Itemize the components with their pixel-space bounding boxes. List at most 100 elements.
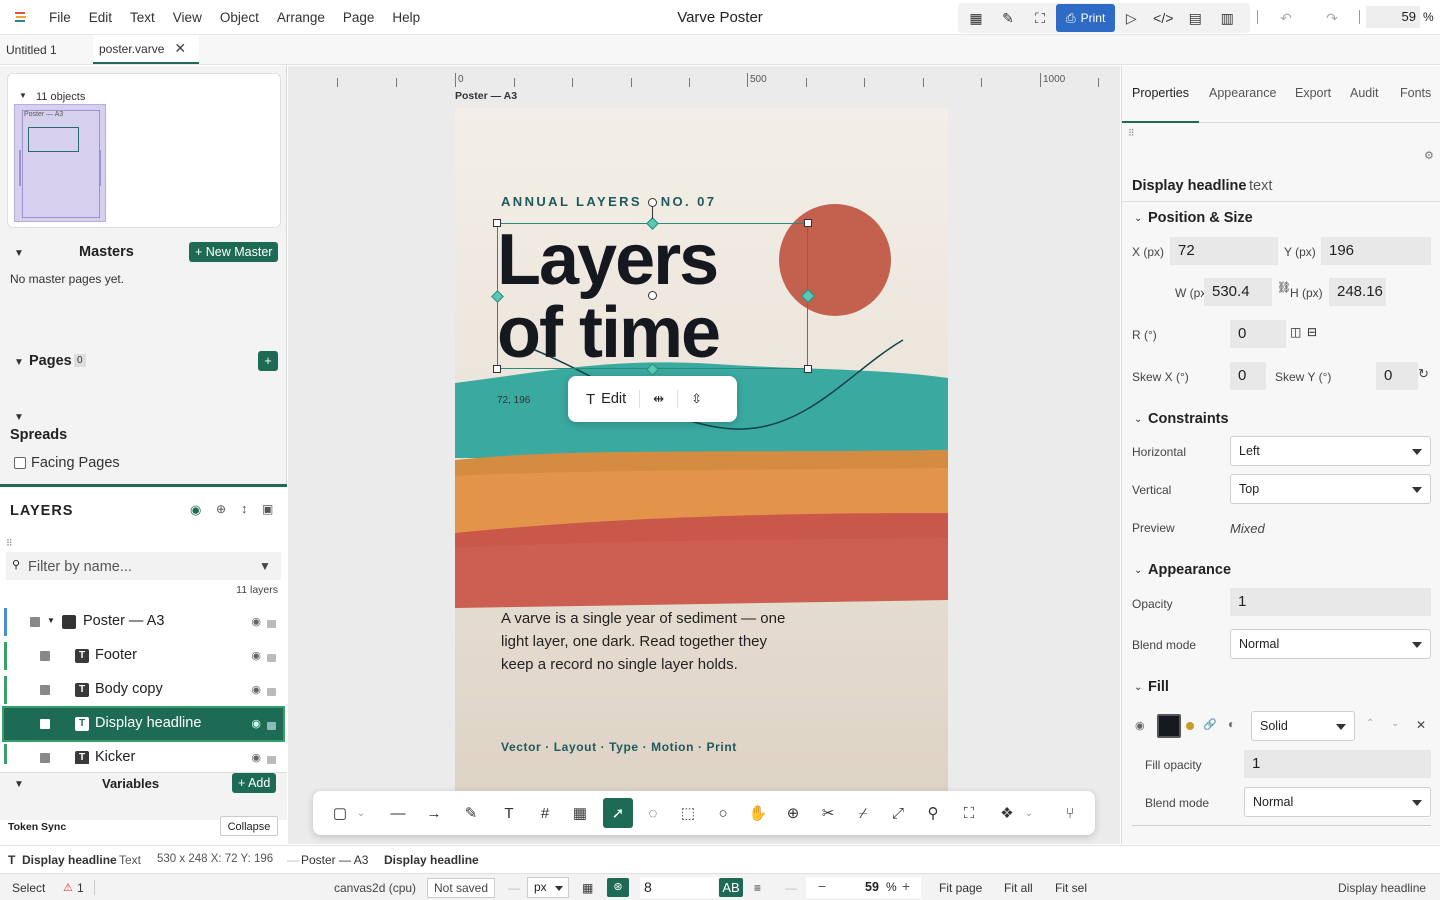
collapse-button[interactable]: Collapse <box>220 816 278 836</box>
clipboard-icon[interactable]: ▥ <box>1211 4 1243 32</box>
layer-visibility-checkbox[interactable] <box>40 753 50 763</box>
reset-icon[interactable]: ↻ <box>1418 366 1429 382</box>
warning-icon[interactable]: ⚠ <box>63 881 73 894</box>
menu-edit[interactable]: Edit <box>80 0 121 35</box>
rotate-handle[interactable] <box>648 198 657 207</box>
expand-tool-icon[interactable]: ⤢ <box>883 798 913 828</box>
drag-handle-icon[interactable]: ⠿ <box>6 538 13 549</box>
chevron-down-icon[interactable]: ▼ <box>14 357 24 368</box>
resize-handle[interactable] <box>804 219 812 227</box>
x-input[interactable]: 72 <box>1170 237 1278 265</box>
unit-select[interactable]: px <box>527 877 569 898</box>
body-copy-line-1[interactable]: A varve is a single year of sediment — o… <box>501 610 785 627</box>
close-icon[interactable]: ✕ <box>174 40 186 57</box>
warning-count[interactable]: 1 <box>77 881 84 895</box>
horizontal-select[interactable]: Left <box>1230 436 1431 466</box>
fit-page-button[interactable]: Fit page <box>939 881 982 895</box>
remove-fill-icon[interactable]: ✕ <box>1416 718 1426 732</box>
grid-view-icon[interactable]: ▦ <box>960 4 992 32</box>
facing-pages-checkbox[interactable] <box>14 457 26 469</box>
layer-row-body-copy[interactable]: T Body copy ◉ <box>4 674 283 706</box>
chevron-down-icon[interactable]: ⌄ <box>1134 565 1142 576</box>
chevron-down-icon[interactable]: ▼ <box>14 412 24 423</box>
components-tool-icon[interactable]: ❖ <box>992 798 1022 828</box>
fill-blend-select[interactable]: Normal <box>1244 787 1431 817</box>
chevron-down-icon[interactable]: ▼ <box>14 248 24 259</box>
skew-y-input[interactable]: 0 <box>1376 362 1418 390</box>
zoom-value[interactable]: 59 <box>865 880 879 894</box>
eye-icon[interactable]: ◉ <box>251 615 261 628</box>
y-input[interactable]: 196 <box>1321 237 1431 265</box>
opacity-input[interactable]: 1 <box>1230 588 1431 616</box>
grid-size-input[interactable]: 8 <box>640 877 718 898</box>
breadcrumb-object[interactable]: Display headline <box>384 853 479 867</box>
breadcrumb-page[interactable]: Poster — A3 <box>301 853 368 867</box>
tab-appearance[interactable]: Appearance <box>1209 86 1276 100</box>
chevron-down-icon[interactable]: ⌄ <box>1134 682 1142 693</box>
target-icon[interactable]: ⊕ <box>216 502 226 516</box>
flip-horizontal-icon[interactable]: ⇹ <box>653 391 664 407</box>
screenshot-icon[interactable]: ⛶ <box>1024 4 1056 32</box>
flip-icon[interactable]: ◫ <box>1290 325 1301 339</box>
fit-all-button[interactable]: Fit all <box>1004 881 1033 895</box>
layer-row-poster[interactable]: ▼ Poster — A3 ◉ <box>4 606 283 638</box>
body-copy-line-2[interactable]: light layer, one dark. Read together the… <box>501 633 767 650</box>
table-tool-icon[interactable]: ▦ <box>565 798 595 828</box>
eye-icon[interactable]: ◉ <box>190 502 201 518</box>
scissors-tool-icon[interactable]: ✂ <box>813 798 843 828</box>
chevron-down-icon[interactable]: ⌄ <box>353 798 369 828</box>
eye-icon[interactable]: ◉ <box>251 649 261 662</box>
zoom-tool-icon[interactable]: ⊕ <box>778 798 808 828</box>
menu-text[interactable]: Text <box>121 0 164 35</box>
filter-icon[interactable]: ▼ <box>259 559 271 573</box>
poster-page[interactable]: ANNUAL LAYERS · NO. 07 Layers of time 72… <box>455 108 948 808</box>
tab-untitled-1[interactable]: Untitled 1 <box>0 35 91 64</box>
fill-type-select[interactable]: Solid <box>1251 711 1355 741</box>
layer-visibility-checkbox[interactable] <box>30 617 40 627</box>
tab-export[interactable]: Export <box>1295 86 1331 100</box>
add-variable-button[interactable]: + Add <box>232 773 277 793</box>
frame-tool-icon[interactable]: # <box>530 798 560 828</box>
marquee-tool-icon[interactable]: ⬚ <box>673 798 703 828</box>
tab-properties[interactable]: Properties <box>1132 86 1189 100</box>
chevron-down-icon[interactable]: ⌄ <box>1134 414 1142 425</box>
palette-icon[interactable]: ◐ <box>1228 717 1235 731</box>
add-page-button[interactable]: + <box>258 351 278 371</box>
blend-mode-select[interactable]: Normal <box>1230 629 1431 659</box>
document-icon[interactable]: ▤ <box>1179 4 1211 32</box>
lock-icon[interactable] <box>267 620 276 628</box>
grid-icon[interactable]: ▦ <box>582 881 593 895</box>
redo-icon[interactable]: ↷ <box>1316 4 1348 32</box>
h-input[interactable]: 248.16 <box>1329 278 1386 306</box>
w-input[interactable]: 530.4 <box>1204 278 1272 306</box>
line-tool-icon[interactable]: — <box>383 798 413 828</box>
menu-file[interactable]: File <box>40 0 80 35</box>
zoom-in-button[interactable]: + <box>902 878 910 894</box>
tab-poster[interactable]: poster.varve ✕ <box>93 35 199 64</box>
eyedropper-tool-icon[interactable]: ⌿ <box>848 798 878 828</box>
chevron-down-icon[interactable]: ▼ <box>14 779 24 790</box>
snap-toggle-icon[interactable]: ⊛ <box>607 878 629 897</box>
branch-tool-icon[interactable]: ⑂ <box>1055 798 1085 828</box>
layer-row-kicker[interactable]: T Kicker ◉ <box>4 742 283 764</box>
ab-toggle[interactable]: AB <box>719 878 743 897</box>
eye-icon[interactable]: ◉ <box>251 717 261 730</box>
tab-fonts[interactable]: Fonts <box>1400 86 1431 100</box>
menu-arrange[interactable]: Arrange <box>268 0 334 35</box>
print-button[interactable]: ⎙ Print <box>1056 4 1116 32</box>
ellipse-tool-icon[interactable]: ○ <box>708 798 738 828</box>
chevron-down-icon[interactable]: ▼ <box>47 616 55 625</box>
align-icon[interactable]: ≡ <box>754 881 761 895</box>
lock-icon[interactable] <box>267 722 276 730</box>
layer-visibility-checkbox[interactable] <box>40 719 50 729</box>
lock-icon[interactable] <box>267 654 276 662</box>
footer-text[interactable]: Vector · Layout · Type · Motion · Print <box>501 740 737 754</box>
eye-icon[interactable]: ◉ <box>251 683 261 696</box>
fill-opacity-input[interactable]: 1 <box>1244 750 1431 778</box>
r-input[interactable]: 0 <box>1230 320 1286 348</box>
menu-help[interactable]: Help <box>383 0 429 35</box>
flip-vertical-icon[interactable]: ⊟ <box>1307 325 1317 339</box>
select-tool-icon[interactable]: ➚ <box>603 798 633 828</box>
skew-x-input[interactable]: 0 <box>1230 362 1266 390</box>
resize-handle[interactable] <box>804 365 812 373</box>
